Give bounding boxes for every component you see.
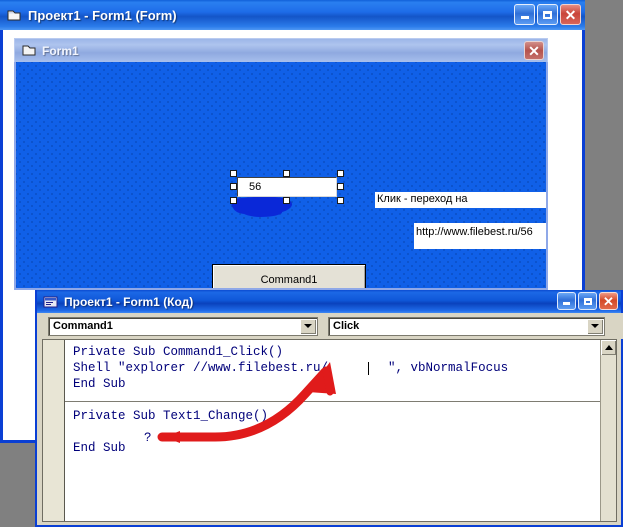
resize-handle-ne[interactable] xyxy=(337,170,344,177)
code-maximize-button[interactable] xyxy=(578,292,597,310)
form-design-surface[interactable]: Клик - переход на http://www.filebest.ru… xyxy=(16,62,546,288)
code-window-title-bar[interactable]: Проект1 - Form1 (Код) ✕ xyxy=(37,290,621,313)
resize-handle-e[interactable] xyxy=(337,183,344,190)
code-close-button[interactable]: ✕ xyxy=(599,292,618,310)
chevron-down-icon[interactable] xyxy=(587,319,603,334)
object-dropdown-value: Command1 xyxy=(49,320,113,332)
procedure-separator xyxy=(65,401,600,402)
code-block-click[interactable]: Private Sub Command1_Click() Shell "expl… xyxy=(73,344,598,392)
ide-title-text: Проект1 - Form1 (Form) xyxy=(28,8,177,23)
code-vertical-scrollbar[interactable] xyxy=(600,340,616,521)
minimize-icon xyxy=(563,302,570,305)
form-textbox[interactable]: 56 xyxy=(237,177,337,197)
close-icon: ✕ xyxy=(528,44,540,58)
close-icon: ✕ xyxy=(603,295,614,308)
minimize-icon xyxy=(521,16,529,19)
maximize-icon xyxy=(543,11,552,19)
ide-title-bar[interactable]: Проект1 - Form1 (Form) ✕ xyxy=(0,0,585,30)
ide-window-controls: ✕ xyxy=(514,4,581,25)
code-question-mark: ? xyxy=(144,431,152,445)
close-button[interactable]: ✕ xyxy=(560,4,581,25)
form-label-url[interactable]: http://www.filebest.ru/56 xyxy=(414,223,546,249)
resize-handle-sw[interactable] xyxy=(230,197,237,204)
code-minimize-button[interactable] xyxy=(557,292,576,310)
procedure-dropdown[interactable]: Click xyxy=(328,317,605,336)
resize-handle-n[interactable] xyxy=(283,170,290,177)
code-window-controls: ✕ xyxy=(557,292,618,310)
form-designer-close-button[interactable]: ✕ xyxy=(524,41,544,60)
maximize-button[interactable] xyxy=(537,4,558,25)
maximize-icon xyxy=(584,298,592,305)
resize-handle-se[interactable] xyxy=(337,197,344,204)
form-textbox-selection[interactable]: 56 xyxy=(237,177,337,197)
object-dropdown[interactable]: Command1 xyxy=(48,317,318,336)
vb-form-icon xyxy=(6,8,22,23)
code-margin-indicator-bar[interactable] xyxy=(43,340,65,521)
scroll-up-button[interactable] xyxy=(601,340,616,355)
form-designer-title-bar[interactable]: Form1 ✕ xyxy=(14,38,548,62)
minimize-button[interactable] xyxy=(514,4,535,25)
form-command-button[interactable]: Command1 xyxy=(212,264,366,288)
code-window: Проект1 - Form1 (Код) ✕ Command1 Click P… xyxy=(35,290,623,527)
vb-code-icon xyxy=(43,295,58,309)
scroll-up-icon xyxy=(605,345,613,350)
procedure-dropdown-value: Click xyxy=(329,320,359,332)
code-window-toolbar: Command1 Click xyxy=(39,313,623,339)
vb-form-icon xyxy=(22,44,36,57)
code-block-change[interactable]: Private Sub Text1_Change() End Sub xyxy=(73,408,598,456)
screen: Проект1 - Form1 (Form) ✕ Form1 ✕ Клик - … xyxy=(0,0,623,527)
text-caret xyxy=(368,362,369,375)
resize-handle-nw[interactable] xyxy=(230,170,237,177)
close-icon: ✕ xyxy=(565,8,577,22)
resize-handle-w[interactable] xyxy=(230,183,237,190)
form-designer-title-text: Form1 xyxy=(42,44,79,58)
resize-handle-s[interactable] xyxy=(283,197,290,204)
form-label-klik[interactable]: Клик - переход на xyxy=(375,192,546,208)
code-editor[interactable]: Private Sub Command1_Click() Shell "expl… xyxy=(42,339,617,522)
code-window-title-text: Проект1 - Form1 (Код) xyxy=(64,295,193,309)
chevron-down-icon[interactable] xyxy=(300,319,316,334)
